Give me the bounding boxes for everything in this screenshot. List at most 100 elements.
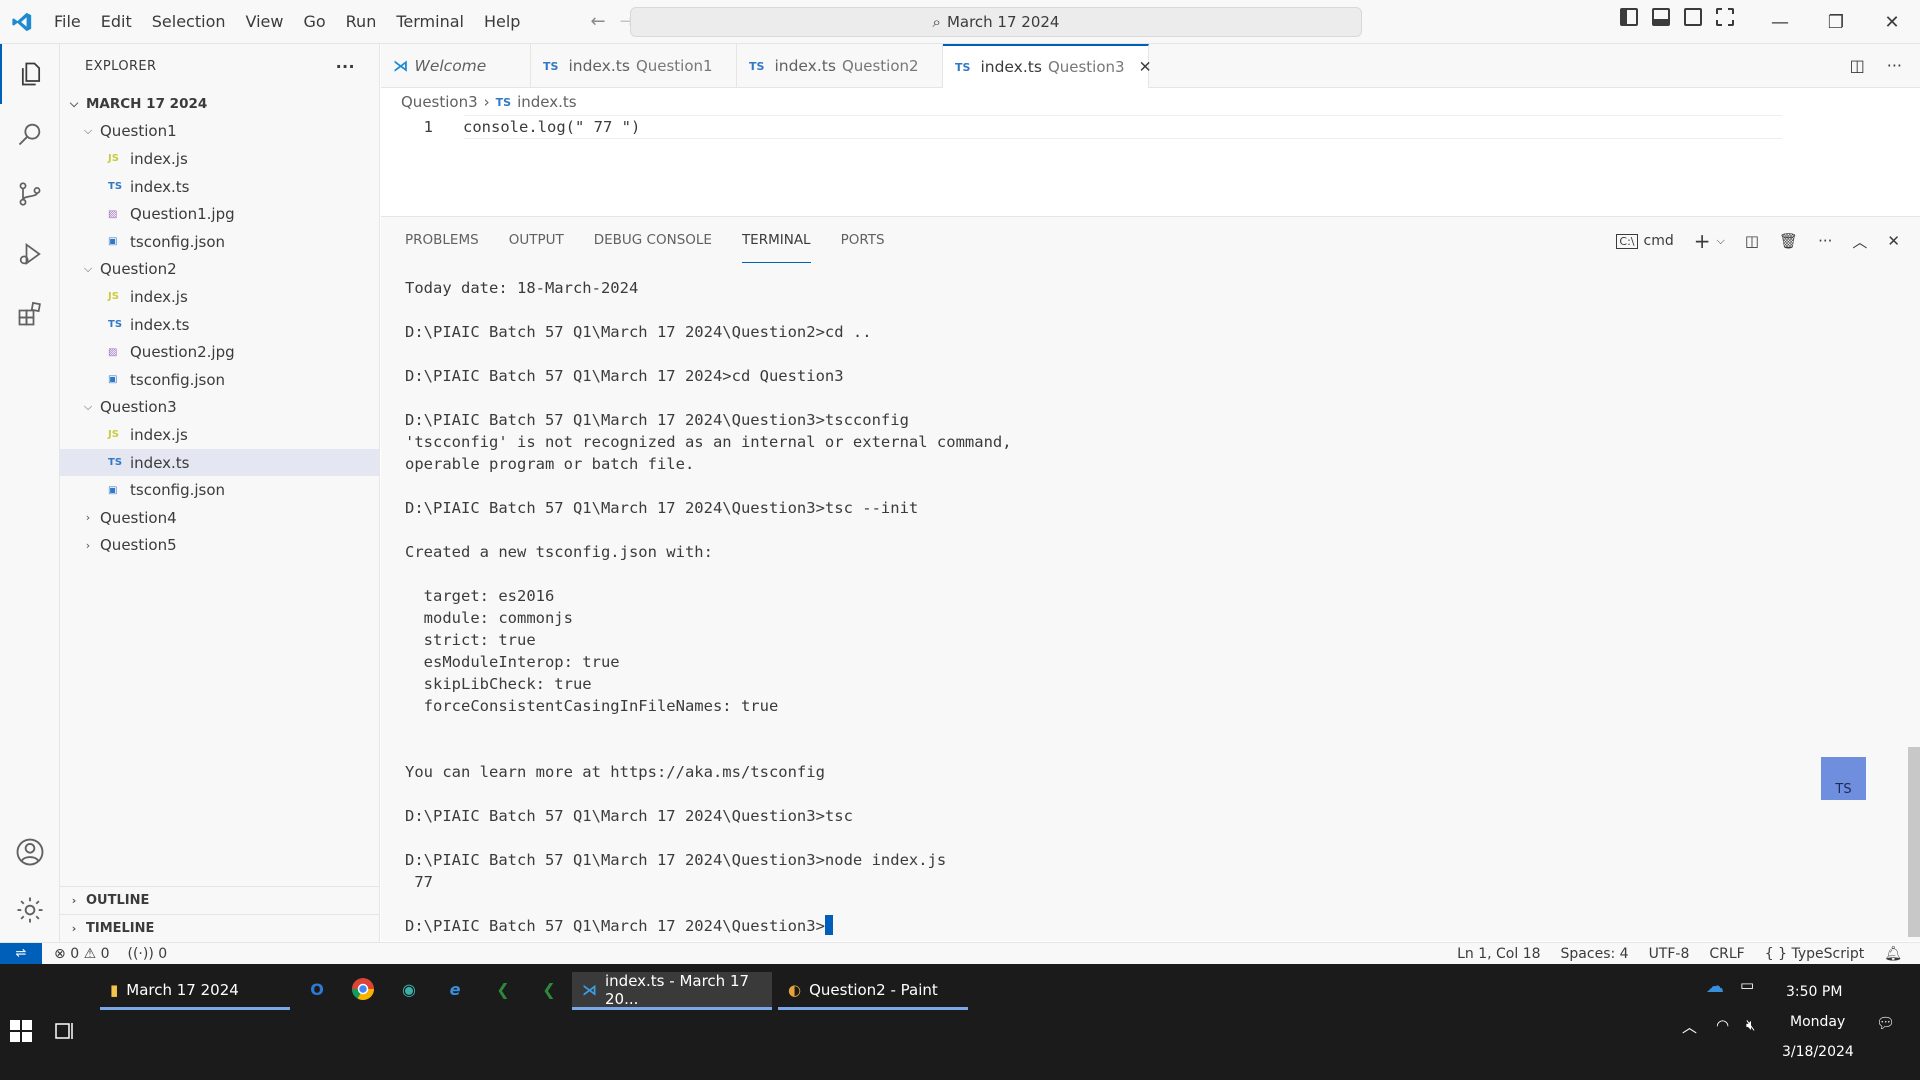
task-view-icon[interactable] (54, 1020, 78, 1044)
app-icon-green[interactable]: ❮ (490, 976, 516, 1002)
tab-debug-console[interactable]: DEBUG CONSOLE (594, 217, 712, 263)
tab-terminal[interactable]: TERMINAL (741, 217, 811, 263)
accounts-icon[interactable] (0, 822, 60, 882)
file-item-selected[interactable]: TS index.ts (60, 448, 379, 477)
command-center-search[interactable]: ⌕ March 17 2024 (630, 7, 1362, 37)
outline-section[interactable]: › OUTLINE (60, 886, 380, 914)
file-item[interactable]: ▣ tsconfig.json (60, 366, 379, 394)
cursor-position[interactable]: Ln 1, Col 18 (1457, 946, 1540, 962)
menu-terminal[interactable]: Terminal (386, 0, 474, 44)
file-item[interactable]: ▨ Question1.jpg (60, 200, 379, 228)
chrome-icon[interactable] (350, 976, 376, 1002)
volume-muted-icon[interactable]: 🔇︎ (1746, 1016, 1755, 1034)
ports-indicator[interactable]: ((·)) 0 (128, 946, 168, 962)
toggle-primary-sidebar-icon[interactable] (1620, 8, 1638, 26)
clock-day[interactable]: Monday (1790, 1014, 1845, 1030)
code-editor[interactable]: 1 console.log(" 77 ") (381, 116, 1781, 138)
outlook-icon[interactable]: O (304, 976, 330, 1002)
minimize-icon[interactable]: — (1752, 0, 1808, 44)
close-panel-icon[interactable]: ✕ (1887, 232, 1900, 250)
tab-question3-index[interactable]: TS index.ts Question3 ✕ (943, 44, 1152, 88)
clock-time[interactable]: 3:50 PM (1786, 984, 1842, 1000)
file-item[interactable]: ▨ Question2.jpg (60, 338, 379, 366)
internet-explorer-icon[interactable]: e (442, 976, 468, 1002)
file-item[interactable]: ▣ tsconfig.json (60, 228, 379, 256)
settings-gear-icon[interactable] (0, 880, 60, 940)
run-debug-icon[interactable] (0, 224, 60, 284)
notification-center-icon[interactable]: 💬︎ (1876, 1014, 1895, 1032)
workspace-root[interactable]: ⌵ MARCH 17 2024 (60, 90, 379, 118)
tab-question2-index[interactable]: TS index.ts Question2 (737, 44, 943, 88)
kill-terminal-trash-icon[interactable]: 🗑 (1779, 232, 1798, 250)
wifi-icon[interactable]: ◠ (1716, 1016, 1729, 1034)
folder-question2[interactable]: ⌵ Question2 (60, 256, 379, 284)
terminal-shell-selector[interactable]: C:\ cmd (1616, 233, 1674, 249)
split-editor-icon[interactable]: ◫ (1850, 56, 1865, 75)
tab-ports[interactable]: PORTS (841, 217, 885, 263)
back-arrow-icon[interactable]: ← (590, 11, 605, 32)
end-of-line[interactable]: CRLF (1709, 946, 1744, 962)
notifications-bell-icon[interactable]: 🔔︎ (1884, 946, 1902, 962)
file-item[interactable]: JS index.js (60, 283, 379, 311)
split-terminal-icon[interactable]: ◫ (1745, 232, 1759, 250)
code-line[interactable]: console.log(" 77 ") (463, 118, 640, 136)
tab-welcome[interactable]: ⋊ Welcome (381, 44, 531, 88)
taskbar-file-explorer-window[interactable]: ▮ March 17 2024 (100, 972, 290, 1010)
maximize-panel-chevron-up-icon[interactable]: ︿ (1852, 231, 1867, 252)
menu-file[interactable]: File (44, 0, 91, 44)
source-control-icon[interactable] (0, 164, 60, 224)
terminal-scrollbar[interactable] (1908, 747, 1920, 937)
terminal-output[interactable]: Today date: 18-March-2024 D:\PIAIC Batch… (405, 277, 1885, 937)
menu-selection[interactable]: Selection (142, 0, 236, 44)
show-hidden-icons-chevron-up-icon[interactable]: ︿ (1682, 1016, 1697, 1037)
more-actions-icon[interactable]: ··· (1887, 56, 1902, 75)
explorer-icon[interactable] (0, 44, 60, 104)
battery-icon[interactable]: ▭ (1740, 976, 1754, 994)
tab-output[interactable]: OUTPUT (509, 217, 564, 263)
encoding[interactable]: UTF-8 (1649, 946, 1690, 962)
close-window-icon[interactable]: ✕ (1864, 0, 1920, 44)
folder-question3[interactable]: ⌵ Question3 (60, 394, 379, 422)
more-actions-icon[interactable]: ··· (336, 57, 355, 76)
toggle-panel-icon[interactable] (1652, 8, 1670, 26)
close-tab-icon[interactable]: ✕ (1139, 58, 1152, 76)
timeline-section[interactable]: › TIMELINE (60, 914, 380, 942)
language-mode[interactable]: { } TypeScript (1765, 946, 1864, 962)
folder-question5[interactable]: › Question5 (60, 532, 379, 560)
file-item[interactable]: TS index.ts (60, 173, 379, 201)
menu-run[interactable]: Run (336, 0, 387, 44)
tab-question1-index[interactable]: TS index.ts Question1 (531, 44, 737, 88)
folder-question1[interactable]: ⌵ Question1 (60, 118, 379, 146)
restore-icon[interactable]: ❐ (1808, 0, 1864, 44)
new-terminal-icon[interactable]: + (1694, 229, 1711, 253)
chevron-down-icon[interactable]: ⌵ (1717, 234, 1725, 248)
file-item[interactable]: TS index.ts (60, 311, 379, 339)
edge-icon[interactable]: ◉ (396, 976, 422, 1002)
toggle-secondary-sidebar-icon[interactable] (1684, 8, 1702, 26)
taskbar-paint-window[interactable]: ◐ Question2 - Paint (778, 972, 968, 1010)
app-icon-green-2[interactable]: ❮ (536, 976, 562, 1002)
breadcrumb-file[interactable]: index.ts (517, 93, 577, 111)
folder-question4[interactable]: › Question4 (60, 504, 379, 532)
search-icon[interactable] (0, 104, 60, 164)
file-item[interactable]: JS index.js (60, 145, 379, 173)
windows-start-icon[interactable] (10, 1020, 36, 1046)
clock-date[interactable]: 3/18/2024 (1782, 1044, 1854, 1060)
taskbar-vscode-window[interactable]: ⋊ index.ts - March 17 20... (572, 972, 772, 1010)
onedrive-cloud-icon[interactable]: ☁ (1706, 976, 1724, 997)
terminal-prompt-line[interactable]: D:\PIAIC Batch 57 Q1\March 17 2024\Quest… (405, 915, 1885, 937)
problems-indicator[interactable]: ⊗ 0 ⚠ 0 (54, 946, 110, 962)
breadcrumb-folder[interactable]: Question3 (401, 93, 478, 111)
extensions-icon[interactable] (0, 284, 60, 344)
more-actions-icon[interactable]: ··· (1818, 232, 1832, 250)
menu-help[interactable]: Help (474, 0, 530, 44)
indentation[interactable]: Spaces: 4 (1561, 946, 1629, 962)
remote-indicator-icon[interactable]: ⇌ (0, 942, 42, 965)
customize-layout-icon[interactable] (1716, 8, 1734, 26)
file-item[interactable]: ▣ tsconfig.json (60, 476, 379, 504)
menu-go[interactable]: Go (293, 0, 335, 44)
menu-view[interactable]: View (236, 0, 294, 44)
menu-edit[interactable]: Edit (91, 0, 142, 44)
file-item[interactable]: JS index.js (60, 421, 379, 449)
tab-problems[interactable]: PROBLEMS (405, 217, 479, 263)
